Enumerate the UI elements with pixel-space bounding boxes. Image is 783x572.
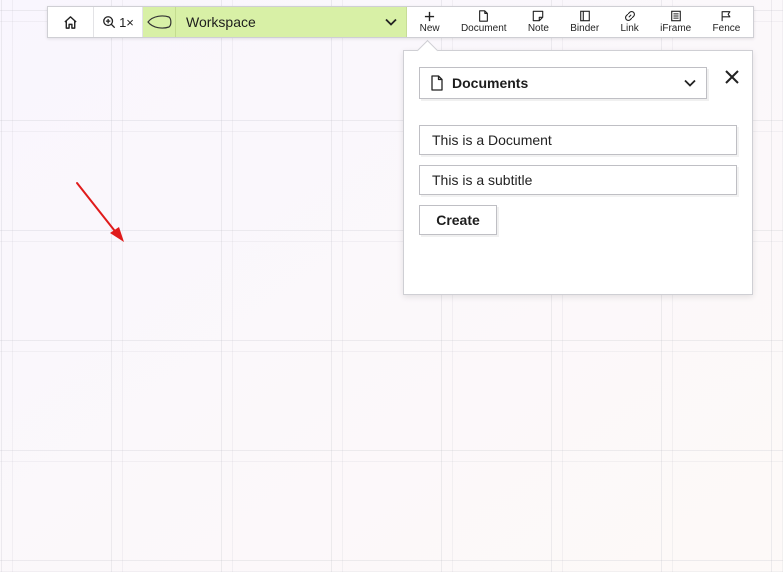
note-label: Note [527,23,549,34]
chevron-down-icon [376,18,406,26]
fence-label: Fence [712,23,741,34]
note-icon [533,10,544,22]
tool-buttons: New Document Note Binder Link iFrame Fen… [407,7,753,37]
create-button[interactable]: Create [419,205,497,235]
document-icon [479,10,489,22]
workspace-shape-icon [147,15,172,29]
binder-label: Binder [570,23,600,34]
flag-icon [722,11,731,22]
annotation-arrow-icon [76,182,124,242]
home-icon [64,15,77,29]
fence-button[interactable]: Fence [709,7,745,37]
binder-button[interactable]: Binder [566,7,603,37]
chevron-down-icon [684,79,696,87]
link-button[interactable]: Link [616,7,642,37]
zoom-in-icon [103,16,116,29]
workspace-label: Workspace [186,14,256,30]
zoom-button[interactable]: 1× [94,7,143,37]
document-icon [431,75,443,91]
workspace-selector[interactable]: Workspace [143,7,407,37]
title-input[interactable] [419,125,737,155]
link-icon [624,11,635,21]
plus-icon [425,11,435,21]
document-type-label: Documents [452,75,529,91]
iframe-button[interactable]: iFrame [656,7,695,37]
workspace-icon-wrap [143,7,176,37]
note-button[interactable]: Note [524,7,553,37]
subtitle-input[interactable] [419,165,737,195]
close-icon [725,70,739,84]
document-label: Document [460,23,507,34]
zoom-level: 1× [119,14,134,30]
link-label: Link [620,23,639,34]
new-label: New [419,22,440,34]
main-toolbar: 1× Workspace New Document Note Binder Li… [47,6,754,38]
document-button[interactable]: Document [457,7,511,37]
panel-caret [416,39,439,62]
iframe-label: iFrame [660,23,692,34]
new-button[interactable]: New [416,7,444,37]
create-document-panel: Documents Create [403,39,753,295]
close-button[interactable] [723,68,741,86]
home-button[interactable] [48,7,94,37]
document-type-select[interactable]: Documents [419,67,707,99]
iframe-icon [670,10,681,22]
binder-icon [579,10,590,22]
